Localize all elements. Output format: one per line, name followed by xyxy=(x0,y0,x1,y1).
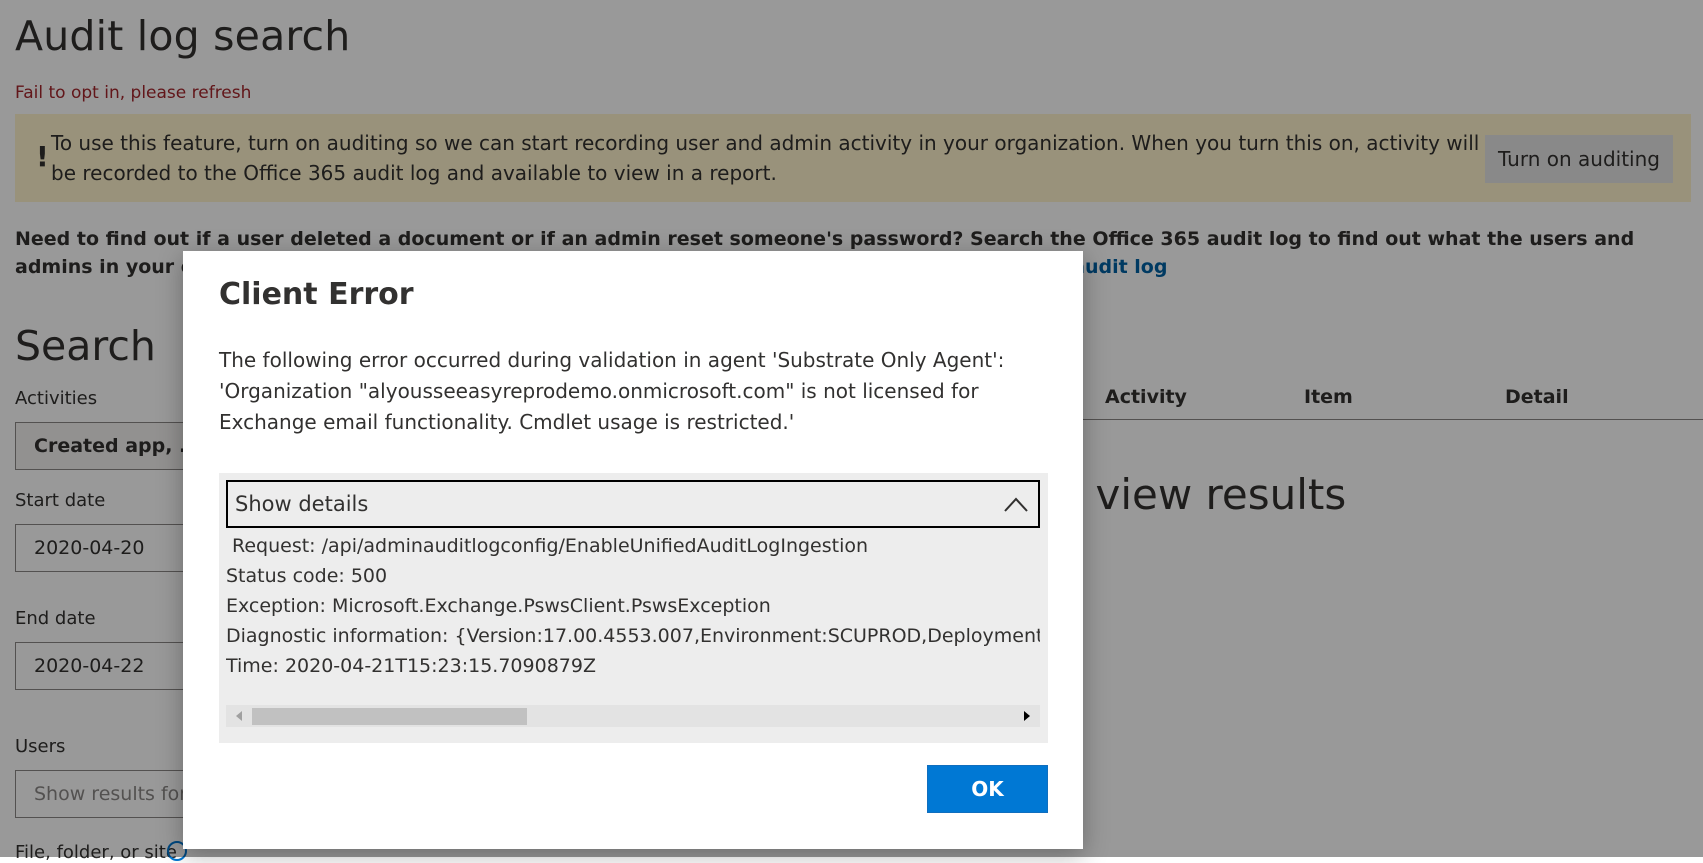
details-line-time: Time: 2020-04-21T15:23:15.7090879Z xyxy=(226,655,596,677)
dialog-message: The following error occurred during vali… xyxy=(219,348,1005,434)
scroll-left-arrow-icon[interactable] xyxy=(236,711,242,721)
client-error-dialog: Client Error The following error occurre… xyxy=(183,251,1083,849)
show-details-label: Show details xyxy=(235,492,369,516)
show-details-toggle[interactable]: Show details xyxy=(226,480,1040,528)
error-details-panel: Show details Request: /api/adminauditlog… xyxy=(219,473,1048,743)
scrollbar-thumb[interactable] xyxy=(252,708,527,725)
scroll-right-arrow-icon[interactable] xyxy=(1024,711,1030,721)
dialog-title: Client Error xyxy=(219,277,414,312)
details-line-request: Request: /api/adminauditlogconfig/Enable… xyxy=(232,535,869,557)
horizontal-scrollbar[interactable] xyxy=(226,705,1040,727)
ok-button[interactable]: OK xyxy=(927,765,1048,813)
chevron-up-icon xyxy=(1004,497,1028,512)
error-details-content: Request: /api/adminauditlogconfig/Enable… xyxy=(226,531,1040,681)
details-line-status: Status code: 500 xyxy=(226,565,388,587)
details-line-exception: Exception: Microsoft.Exchange.PswsClient… xyxy=(226,595,771,617)
details-line-diagnostic: Diagnostic information: {Version:17.00.4… xyxy=(226,625,1040,647)
